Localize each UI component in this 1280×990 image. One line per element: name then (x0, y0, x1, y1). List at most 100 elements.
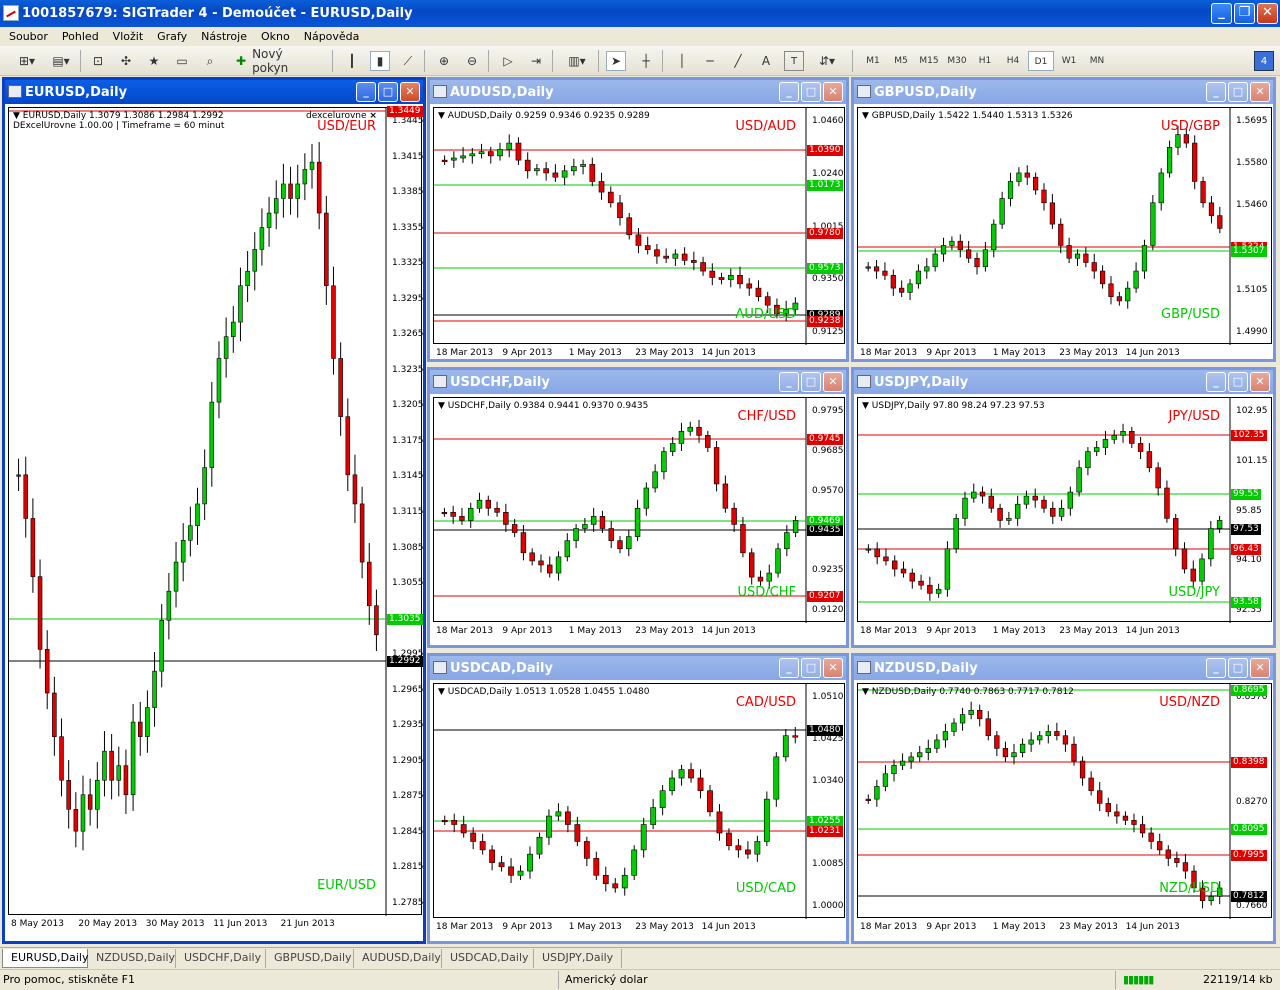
close-window-button[interactable]: ✕ (823, 82, 843, 102)
chart-window-titlebar[interactable]: GBPUSD,Daily _ □ ✕ (854, 80, 1273, 104)
chart-tab[interactable]: EURUSD,Daily (2, 949, 88, 968)
close-window-button[interactable]: ✕ (823, 372, 843, 392)
new-chart-icon[interactable]: ⊞▾ (10, 51, 44, 71)
minimize-window-button[interactable]: _ (1206, 372, 1226, 392)
chart-canvas[interactable]: ▼ EURUSD,Daily 1.3079 1.3086 1.2984 1.29… (8, 106, 424, 929)
horizontal-line-icon[interactable]: ─ (700, 51, 720, 71)
favorites-star-icon[interactable]: ★ (144, 51, 164, 71)
chart-window-titlebar[interactable]: EURUSD,Daily _ □ ✕ (5, 80, 423, 104)
maximize-window-button[interactable]: □ (1228, 82, 1248, 102)
price-plot[interactable] (9, 108, 387, 916)
maximize-window-button[interactable]: □ (378, 82, 398, 102)
new-order-button[interactable]: ✚ Nový pokyn (236, 47, 320, 75)
timeframe-m15[interactable]: M15 (916, 51, 942, 71)
chart-window-usdjpy[interactable]: USDJPY,Daily _ □ ✕ ▼ USDJPY,Daily 97.80 9… (851, 367, 1276, 648)
text-tool-icon[interactable]: A (756, 51, 776, 71)
menu-item[interactable]: Vložit (106, 30, 150, 43)
profiles-icon[interactable]: ▤▾ (46, 51, 76, 71)
timeframe-m1[interactable]: M1 (860, 51, 886, 71)
timeframe-w1[interactable]: W1 (1056, 51, 1082, 71)
minimize-window-button[interactable]: _ (1206, 82, 1226, 102)
timeframe-m5[interactable]: M5 (888, 51, 914, 71)
crosshair-icon[interactable]: ┼ (636, 51, 656, 71)
close-window-button[interactable]: ✕ (400, 82, 420, 102)
dropdown-triangle-icon[interactable]: ▼ (438, 687, 445, 697)
chart-window-usdchf[interactable]: USDCHF,Daily _ □ ✕ ▼ USDCHF,Daily 0.9384 … (427, 367, 849, 648)
chart-canvas[interactable]: ▼ AUDUSD,Daily 0.9259 0.9346 0.9235 0.92… (433, 107, 845, 358)
chart-window-titlebar[interactable]: AUDUSD,Daily _ □ ✕ (430, 80, 846, 104)
chart-tab[interactable]: USDJPY,Daily (534, 949, 622, 968)
menu-item[interactable]: Soubor (2, 30, 55, 43)
menu-item[interactable]: Grafy (150, 30, 194, 43)
text-label-icon[interactable]: T (784, 51, 804, 71)
chart-window-gbpusd[interactable]: GBPUSD,Daily _ □ ✕ ▼ GBPUSD,Daily 1.5422 … (851, 77, 1276, 362)
chart-window-usdcad[interactable]: USDCAD,Daily _ □ ✕ ▼ USDCAD,Daily 1.0513 … (427, 653, 849, 944)
timeframe-h1[interactable]: H1 (972, 51, 998, 71)
auto-scroll-icon[interactable]: ▷ (498, 51, 518, 71)
chart-window-audusd[interactable]: AUDUSD,Daily _ □ ✕ ▼ AUDUSD,Daily 0.9259 … (427, 77, 849, 362)
maximize-window-button[interactable]: □ (801, 658, 821, 678)
menu-item[interactable]: Nápověda (297, 30, 367, 43)
minimize-window-button[interactable]: _ (1206, 658, 1226, 678)
chart-canvas[interactable]: ▼ USDJPY,Daily 97.80 98.24 97.23 97.53 JP… (857, 397, 1272, 636)
timeframe-d1[interactable]: D1 (1028, 51, 1054, 71)
terminal-icon[interactable]: ▭ (172, 51, 192, 71)
maximize-window-button[interactable]: □ (1228, 658, 1248, 678)
arrows-icon[interactable]: ⇵▾ (812, 51, 842, 71)
menu-item[interactable]: Pohled (55, 30, 106, 43)
maximize-window-button[interactable]: □ (801, 372, 821, 392)
chart-window-titlebar[interactable]: USDCHF,Daily _ □ ✕ (430, 370, 846, 394)
close-window-button[interactable]: ✕ (1250, 372, 1270, 392)
close-window-button[interactable]: ✕ (1250, 658, 1270, 678)
chart-window-nzdusd[interactable]: NZDUSD,Daily _ □ ✕ ▼ NZDUSD,Daily 0.7740 … (851, 653, 1276, 944)
chart-canvas[interactable]: ▼ NZDUSD,Daily 0.7740 0.7863 0.7717 0.78… (857, 683, 1272, 932)
trendline-icon[interactable]: ╱ (728, 51, 748, 71)
timeframe-h4[interactable]: H4 (1000, 51, 1026, 71)
indicators-icon[interactable]: ▥▾ (562, 51, 592, 71)
chart-tab[interactable]: NZDUSD,Daily (88, 949, 176, 968)
chart-tab[interactable]: AUDUSD,Daily (354, 949, 442, 968)
close-window-button[interactable]: ✕ (823, 658, 843, 678)
candlestick-chart-icon[interactable]: ▮ (370, 51, 390, 71)
market-watch-icon[interactable]: ⊡ (88, 51, 108, 71)
dropdown-triangle-icon[interactable]: ▼ (862, 111, 869, 121)
close-window-button[interactable]: ✕ (1250, 82, 1270, 102)
dropdown-triangle-icon[interactable]: ▼ (862, 401, 869, 411)
minimize-window-button[interactable]: _ (779, 372, 799, 392)
zoom-out-icon[interactable]: ⊖ (462, 51, 482, 71)
navigator-icon[interactable]: ✣ (116, 51, 136, 71)
chart-canvas[interactable]: ▼ USDCHF,Daily 0.9384 0.9441 0.9370 0.94… (433, 397, 845, 636)
chart-canvas[interactable]: ▼ USDCAD,Daily 1.0513 1.0528 1.0455 1.04… (433, 683, 845, 932)
dropdown-triangle-icon[interactable]: ▼ (13, 111, 20, 121)
chart-tab[interactable]: USDCAD,Daily (442, 949, 534, 968)
timeframe-mn[interactable]: MN (1084, 51, 1110, 71)
chart-window-eurusd[interactable]: EURUSD,Daily _ □ ✕ ▼ EURUSD,Daily 1.3079 … (2, 77, 426, 944)
chart-window-titlebar[interactable]: USDJPY,Daily _ □ ✕ (854, 370, 1273, 394)
minimize-window-button[interactable]: _ (356, 82, 376, 102)
chart-window-titlebar[interactable]: NZDUSD,Daily _ □ ✕ (854, 656, 1273, 680)
vertical-line-icon[interactable]: │ (672, 51, 692, 71)
zoom-in-icon[interactable]: ⊕ (434, 51, 454, 71)
chart-shift-icon[interactable]: ⇥ (526, 51, 546, 71)
chart-window-titlebar[interactable]: USDCAD,Daily _ □ ✕ (430, 656, 846, 680)
minimize-app-button[interactable]: _ (1211, 3, 1232, 24)
close-app-button[interactable]: ✕ (1257, 3, 1278, 24)
restore-app-button[interactable]: ❐ (1234, 3, 1255, 24)
timeframe-m30[interactable]: M30 (944, 51, 970, 71)
strategy-tester-icon[interactable]: ⌕ (200, 51, 220, 71)
minimize-window-button[interactable]: _ (779, 658, 799, 678)
maximize-window-button[interactable]: □ (801, 82, 821, 102)
chart-tab[interactable]: GBPUSD,Daily (266, 949, 354, 968)
dropdown-triangle-icon[interactable]: ▼ (862, 687, 869, 697)
chart-tab[interactable]: USDCHF,Daily (176, 949, 266, 968)
minimize-window-button[interactable]: _ (779, 82, 799, 102)
period-badge[interactable]: 4 (1254, 51, 1274, 71)
dropdown-triangle-icon[interactable]: ▼ (438, 111, 445, 121)
line-chart-icon[interactable]: ⟋ (398, 51, 418, 71)
menu-item[interactable]: Nástroje (194, 30, 254, 43)
bar-chart-icon[interactable]: ┃ (342, 51, 362, 71)
maximize-window-button[interactable]: □ (1228, 372, 1248, 392)
chart-canvas[interactable]: ▼ GBPUSD,Daily 1.5422 1.5440 1.5313 1.53… (857, 107, 1272, 358)
dropdown-triangle-icon[interactable]: ▼ (438, 401, 445, 411)
cursor-icon[interactable]: ➤ (606, 51, 626, 71)
